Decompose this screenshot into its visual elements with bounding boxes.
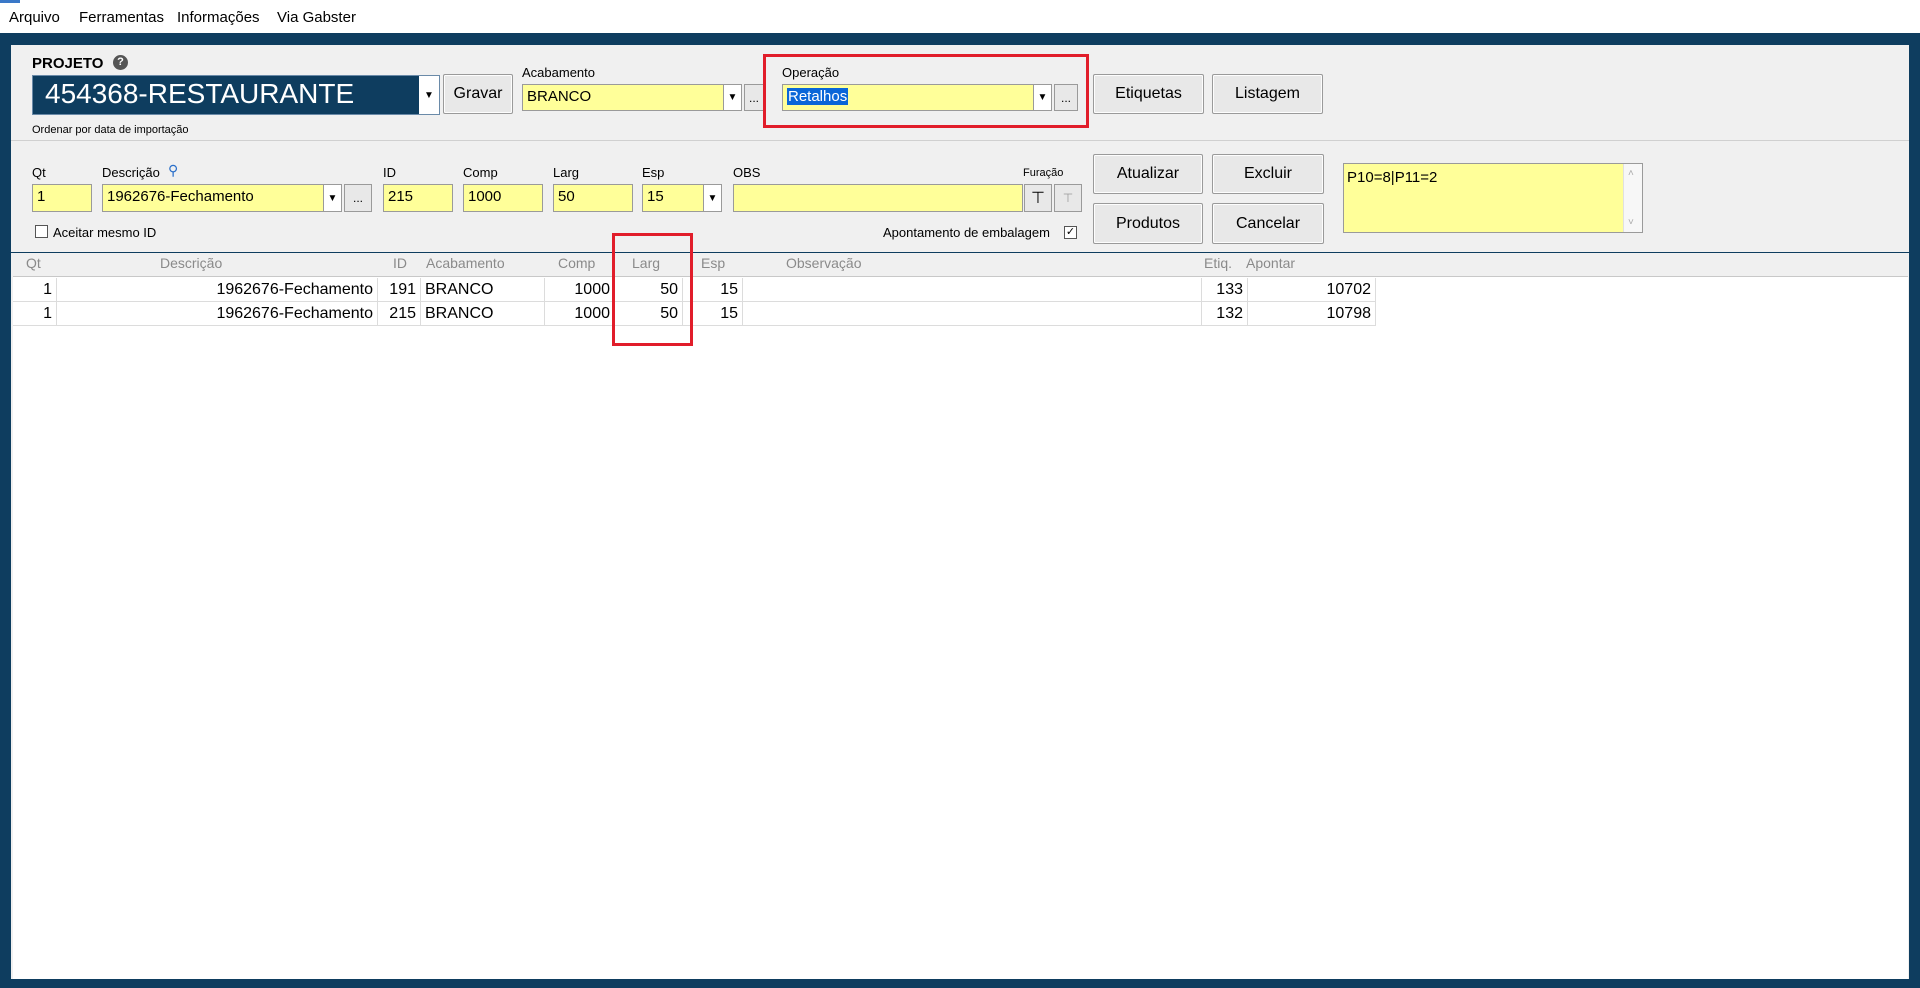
col-qt[interactable]: Qt	[26, 255, 41, 271]
etiquetas-button[interactable]: Etiquetas	[1093, 74, 1204, 114]
descricao-label: Descrição	[102, 165, 160, 180]
cell-descricao: 1962676-Fechamento	[57, 278, 378, 302]
id-label: ID	[383, 165, 396, 180]
id-field[interactable]: 215	[383, 184, 453, 212]
menu-informacoes[interactable]: Informações	[177, 9, 260, 26]
menu-arquivo[interactable]: Arquivo	[9, 9, 60, 26]
cell-qt: 1	[13, 302, 57, 326]
notes-value: P10=8|P11=2	[1347, 169, 1438, 186]
search-icon[interactable]: ⚲	[168, 162, 178, 179]
cell-apontar: 10798	[1248, 302, 1376, 326]
cell-acabamento: BRANCO	[421, 302, 545, 326]
highlight-operacao	[763, 54, 1089, 128]
highlight-larg-column	[612, 233, 693, 346]
col-comp[interactable]: Comp	[558, 255, 595, 271]
col-observacao[interactable]: Observação	[786, 255, 861, 271]
descricao-more-button[interactable]: ...	[344, 184, 372, 212]
excluir-button[interactable]: Excluir	[1212, 154, 1324, 194]
apontamento-checkbox[interactable]: ✓	[1064, 226, 1077, 239]
larg-value: 50	[558, 188, 575, 205]
table-header: Qt Descrição ID Acabamento Comp Larg Esp…	[13, 253, 1907, 273]
scrollbar[interactable]: ˄ ˅	[1623, 164, 1642, 232]
larg-field[interactable]: 50	[553, 184, 633, 212]
drill-disabled-icon: ⊤	[1054, 184, 1082, 212]
save-button[interactable]: Gravar	[443, 74, 513, 114]
comp-value: 1000	[468, 188, 502, 205]
id-value: 215	[388, 188, 414, 205]
cell-etiq: 132	[1202, 302, 1248, 326]
help-icon[interactable]: ?	[113, 55, 128, 70]
project-value: 454368-RESTAURANTE	[45, 78, 355, 109]
project-select[interactable]: 454368-RESTAURANTE ▼	[32, 75, 440, 115]
project-label: PROJETO	[32, 55, 104, 72]
apontamento-label: Apontamento de embalagem	[883, 225, 1050, 240]
furacao-label: Furação	[1023, 167, 1064, 179]
esp-value: 15	[647, 188, 664, 205]
cancelar-button[interactable]: Cancelar	[1212, 203, 1324, 244]
menu-via-gabster[interactable]: Via Gabster	[277, 9, 356, 26]
menu-bar: Arquivo Ferramentas Informações Via Gabs…	[0, 0, 1920, 33]
listagem-button[interactable]: Listagem	[1212, 74, 1323, 114]
qt-label: Qt	[32, 165, 46, 180]
col-etiq[interactable]: Etiq.	[1204, 255, 1232, 271]
col-descricao[interactable]: Descrição	[160, 255, 222, 271]
obs-label: OBS	[733, 165, 761, 180]
project-hint: Ordenar por data de importação	[32, 124, 189, 136]
chevron-down-icon[interactable]: ▼	[723, 85, 741, 110]
cell-obs	[743, 302, 1202, 326]
notes-textarea[interactable]: P10=8|P11=2 ˄ ˅	[1343, 163, 1643, 233]
col-acabamento[interactable]: Acabamento	[426, 255, 505, 271]
chevron-down-icon[interactable]: ˅	[1628, 217, 1634, 228]
acabamento-more-button[interactable]: ...	[744, 84, 764, 111]
col-id[interactable]: ID	[393, 255, 407, 271]
atualizar-button[interactable]: Atualizar	[1093, 154, 1203, 194]
produtos-button[interactable]: Produtos	[1093, 203, 1203, 244]
cell-comp: 1000	[545, 302, 615, 326]
col-esp[interactable]: Esp	[701, 255, 725, 271]
menu-ferramentas[interactable]: Ferramentas	[79, 9, 164, 26]
esp-label: Esp	[642, 165, 665, 180]
comp-field[interactable]: 1000	[463, 184, 543, 212]
descricao-select[interactable]: 1962676-Fechamento ▼	[102, 184, 342, 212]
esp-select[interactable]: 15 ▼	[642, 184, 722, 212]
acabamento-select[interactable]: BRANCO ▼	[522, 84, 742, 111]
cell-id: 215	[378, 302, 421, 326]
chevron-down-icon[interactable]: ▼	[323, 185, 341, 211]
chevron-up-icon[interactable]: ˄	[1628, 168, 1634, 179]
cell-comp: 1000	[545, 278, 615, 302]
qt-value: 1	[37, 188, 46, 205]
app-icon	[0, 0, 20, 3]
cell-obs	[743, 278, 1202, 302]
chevron-down-icon[interactable]: ▼	[703, 185, 721, 211]
cell-etiq: 133	[1202, 278, 1248, 302]
qt-field[interactable]: 1	[32, 184, 92, 212]
descricao-value: 1962676-Fechamento	[107, 188, 254, 205]
aceitar-checkbox[interactable]	[35, 225, 48, 238]
obs-field[interactable]	[733, 184, 1023, 212]
cell-id: 191	[378, 278, 421, 302]
cell-acabamento: BRANCO	[421, 278, 545, 302]
cell-qt: 1	[13, 278, 57, 302]
cell-apontar: 10702	[1248, 278, 1376, 302]
aceitar-label: Aceitar mesmo ID	[53, 225, 157, 240]
divider	[11, 140, 1909, 141]
chevron-down-icon[interactable]: ▼	[419, 76, 439, 114]
comp-label: Comp	[463, 165, 498, 180]
acabamento-value: BRANCO	[527, 88, 592, 105]
larg-label: Larg	[553, 165, 580, 180]
drill-icon[interactable]: ⊤	[1024, 184, 1052, 212]
acabamento-label: Acabamento	[522, 65, 595, 80]
col-apontar[interactable]: Apontar	[1246, 255, 1295, 271]
data-table: 1 1962676-Fechamento 191 BRANCO 1000 50 …	[13, 276, 1908, 979]
cell-descricao: 1962676-Fechamento	[57, 302, 378, 326]
